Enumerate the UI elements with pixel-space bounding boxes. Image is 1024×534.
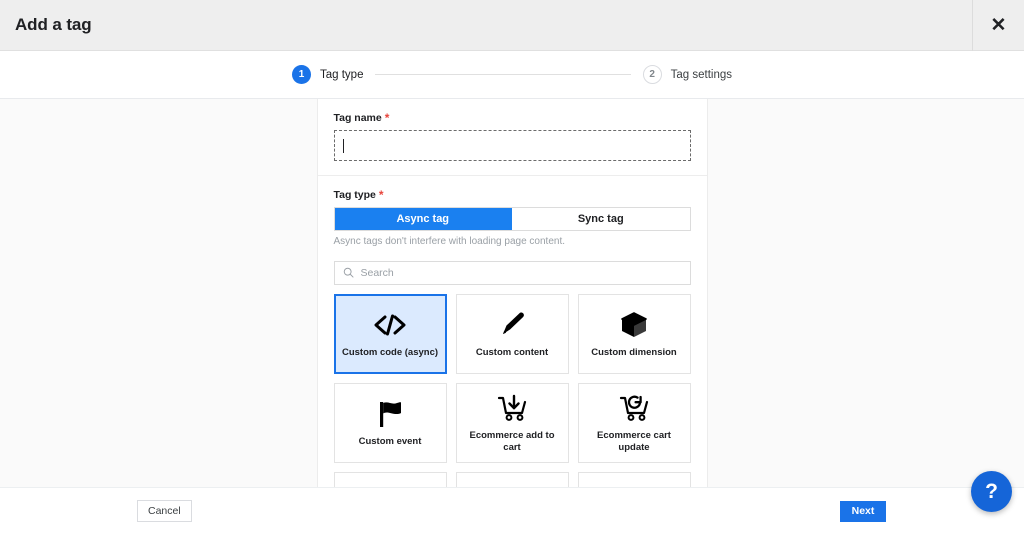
tag-type-grid: Custom code (async) Custom content Custo… [333,293,691,487]
tag-type-card-row3-2[interactable] [455,471,569,487]
modal-footer: Cancel Next ? [0,471,1024,534]
step-2-label: Tag settings [670,68,732,81]
card-label: Custom dimension [591,346,677,358]
tag-type-card-row3-3[interactable] [577,471,691,487]
step-1-label: Tag type [320,68,364,81]
modal-header: Add a tag ✕ [0,0,1024,51]
pencil-icon [497,309,527,341]
tag-type-card-list[interactable]: Custom code (async) Custom content Custo… [318,285,707,487]
search-placeholder: Search [360,266,394,279]
stepper-connector [375,74,631,75]
next-button[interactable]: Next [840,500,886,522]
help-button[interactable]: ? [971,471,1012,512]
segment-async-tag[interactable]: Async tag [334,207,512,230]
required-marker: * [384,111,390,125]
tag-type-card-row3-1[interactable] [333,471,447,487]
tag-type-card-custom-content[interactable]: Custom content [455,293,569,374]
step-tag-settings[interactable]: 2 Tag settings [642,65,732,84]
step-2-number: 2 [642,65,662,84]
modal-body: Tag name * Tag type * Async tag Sync tag [0,99,1024,488]
step-tag-type[interactable]: 1 Tag type [292,65,363,84]
card-label: Custom content [475,346,549,358]
tag-name-field-block: Tag name * [318,99,707,175]
cancel-button[interactable]: Cancel [137,500,192,522]
code-icon [373,309,407,341]
card-label: Custom event [358,435,422,447]
cart-down-arrow-icon [496,392,528,424]
tag-name-label-text: Tag name [333,112,382,124]
tag-type-card-custom-event[interactable]: Custom event [333,382,447,463]
step-1-number: 1 [292,65,311,84]
card-label: Custom code (async) [341,346,439,358]
tag-name-input[interactable] [333,130,691,161]
required-marker: * [378,187,384,202]
card-label: Ecommerce add to cart [469,429,555,453]
tag-type-help-text: Async tags don't interfere with loading … [333,235,566,247]
tag-type-label: Tag type * [334,189,691,201]
cube-icon [619,309,649,341]
text-caret [342,138,344,153]
tag-form-card: Tag name * Tag type * Async tag Sync tag [316,99,708,487]
add-tag-modal: Add a tag ✕ 1 Tag type 2 Tag settings Ta… [0,0,1024,534]
tag-type-card-custom-code-async[interactable]: Custom code (async) [333,293,447,374]
cart-refresh-icon [618,392,650,424]
tag-type-card-ecommerce-cart-update[interactable]: Ecommerce cart update [577,382,691,463]
search-wrap: Search [318,260,707,285]
tag-type-field-block: Tag type * Async tag Sync tag Async tags… [318,176,707,261]
tag-type-card-ecommerce-add-to-cart[interactable]: Ecommerce add to cart [455,382,569,463]
search-input[interactable]: Search [333,260,691,285]
flag-icon [375,398,405,430]
segment-sync-tag[interactable]: Sync tag [512,208,690,230]
tag-type-segmented-control: Async tag Sync tag [333,206,691,231]
stepper: 1 Tag type 2 Tag settings [292,65,732,84]
stepper-bar: 1 Tag type 2 Tag settings [0,51,1024,99]
tag-name-label: Tag name * [334,112,691,124]
tag-type-card-custom-dimension[interactable]: Custom dimension [577,293,691,374]
page-title: Add a tag [15,15,92,34]
tag-type-label-text: Tag type [333,188,376,201]
close-icon[interactable]: ✕ [972,0,1024,51]
card-label: Ecommerce cart update [597,429,671,453]
search-icon [343,268,354,278]
